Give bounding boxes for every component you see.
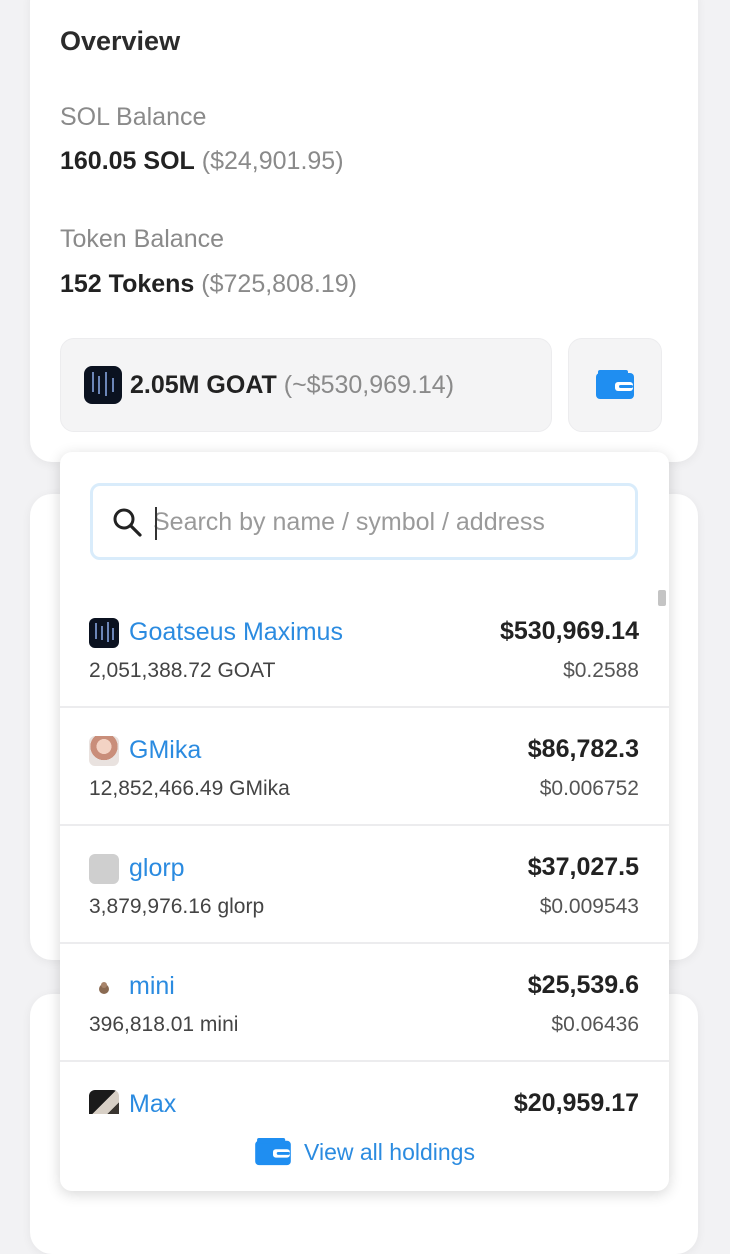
holding-name[interactable]: glorp	[129, 854, 185, 883]
holding-row[interactable]: Max $20,959.17	[60, 1062, 669, 1114]
holding-price: $0.06436	[551, 1013, 639, 1036]
search-box[interactable]	[90, 483, 638, 560]
wallet-button[interactable]	[568, 338, 662, 432]
sol-balance-usd: ($24,901.95)	[201, 147, 344, 175]
gmika-token-icon	[89, 736, 119, 766]
holding-amount: 396,818.01 mini	[89, 1013, 239, 1036]
holding-amount: 12,852,466.49 GMika	[89, 777, 290, 800]
overview-card: Overview SOL Balance 160.05 SOL ($24,901…	[30, 0, 698, 462]
holding-row[interactable]: glorp 3,879,976.16 glorp $37,027.5 $0.00…	[60, 826, 669, 944]
holding-value: $37,027.5	[527, 853, 639, 881]
token-balance-usd: ($725,808.19)	[201, 270, 357, 298]
glorp-token-icon	[89, 854, 119, 884]
search-icon	[111, 506, 143, 543]
sol-balance-label: SOL Balance	[60, 103, 207, 131]
holding-value: $20,959.17	[513, 1089, 639, 1114]
sol-balance-value: 160.05 SOL ($24,901.95)	[60, 147, 344, 176]
token-select-button[interactable]: 2.05M GOAT (~$530,969.14)	[60, 338, 552, 432]
selected-token-amount: 2.05M GOAT	[130, 370, 277, 399]
token-balance-label: Token Balance	[60, 225, 225, 253]
holding-name[interactable]: Max	[129, 1090, 176, 1114]
holding-amount: 3,879,976.16 glorp	[89, 895, 265, 918]
wallet-icon	[596, 370, 634, 399]
holding-price: $0.2588	[563, 659, 639, 682]
search-input[interactable]	[153, 498, 623, 546]
holding-row[interactable]: mini 396,818.01 mini $25,539.6 $0.06436	[60, 944, 669, 1062]
token-select-label: 2.05M GOAT (~$530,969.14)	[130, 371, 454, 400]
text-cursor	[155, 507, 157, 540]
token-dropdown: Goatseus Maximus 2,051,388.72 GOAT $530,…	[60, 452, 669, 1191]
holding-name[interactable]: Goatseus Maximus	[129, 618, 343, 647]
goat-token-icon	[84, 366, 122, 404]
selected-token-usd: (~$530,969.14)	[283, 370, 455, 399]
mini-token-icon	[89, 972, 119, 1002]
sol-balance-amount: 160.05 SOL	[60, 147, 195, 175]
holding-name[interactable]: mini	[129, 972, 175, 1001]
token-balance-value: 152 Tokens ($725,808.19)	[60, 270, 357, 299]
view-all-holdings-link[interactable]: View all holdings	[60, 1134, 669, 1170]
view-all-holdings-label: View all holdings	[304, 1138, 475, 1165]
holding-value: $530,969.14	[499, 617, 639, 645]
holding-price: $0.006752	[539, 777, 639, 800]
holding-name[interactable]: GMika	[129, 736, 201, 765]
token-balance-count: 152 Tokens	[60, 270, 195, 298]
holding-row[interactable]: GMika 12,852,466.49 GMika $86,782.3 $0.0…	[60, 708, 669, 826]
holding-value: $25,539.6	[527, 971, 639, 999]
holding-value: $86,782.3	[527, 735, 639, 763]
max-token-icon	[89, 1090, 119, 1114]
holding-amount: 2,051,388.72 GOAT	[89, 659, 276, 682]
holding-row[interactable]: Goatseus Maximus 2,051,388.72 GOAT $530,…	[60, 590, 669, 708]
scrollbar-thumb[interactable]	[658, 590, 666, 606]
goat-token-icon	[89, 618, 119, 648]
holding-price: $0.009543	[539, 895, 639, 918]
holdings-list: Goatseus Maximus 2,051,388.72 GOAT $530,…	[60, 590, 669, 1114]
wallet-icon	[255, 1137, 291, 1166]
overview-title: Overview	[60, 26, 181, 56]
